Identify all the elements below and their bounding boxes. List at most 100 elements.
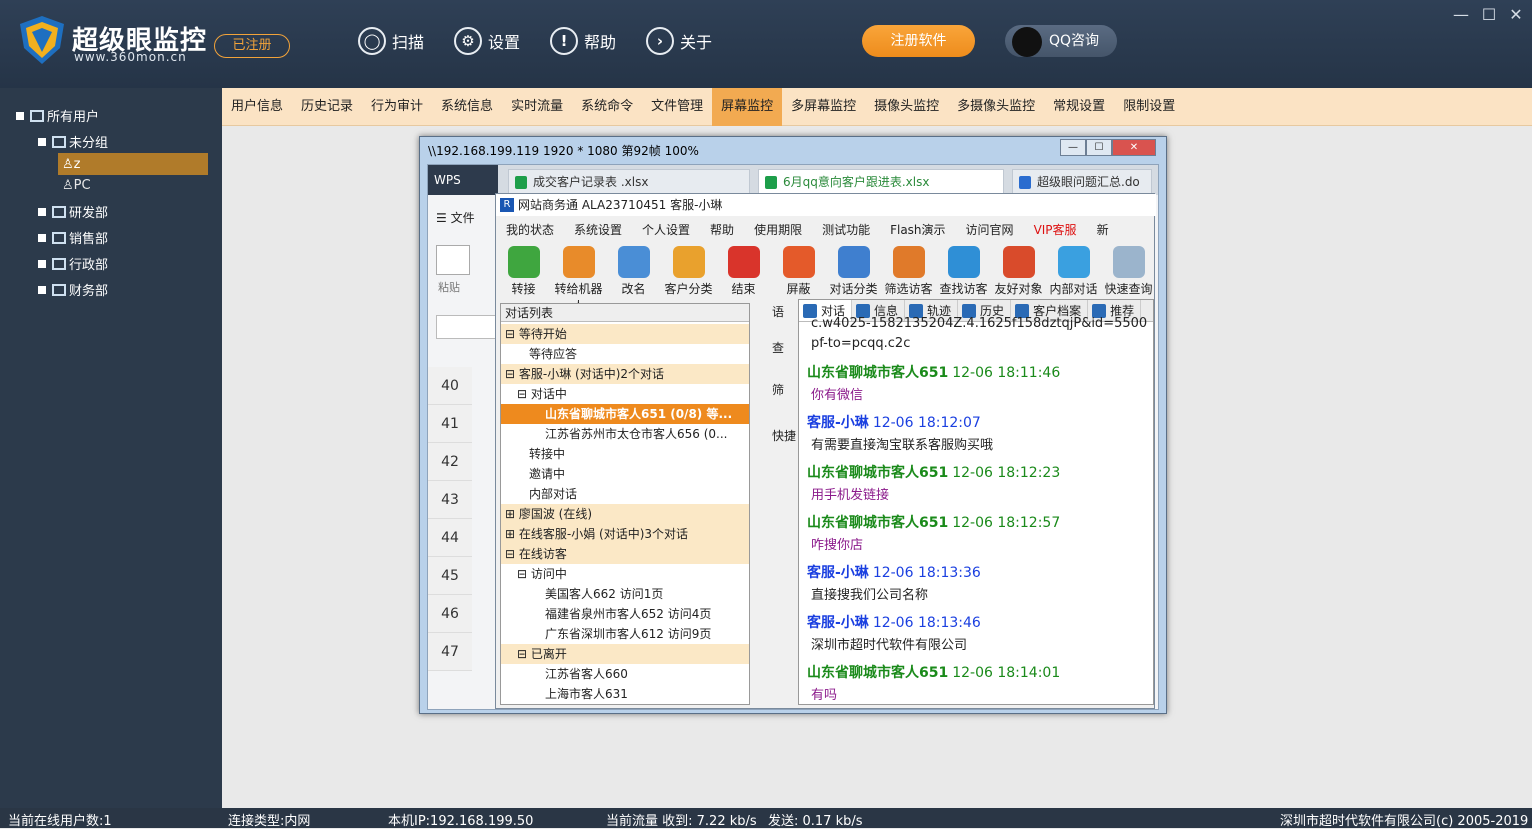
chat-menu-item[interactable]: VIP客服 <box>1024 221 1087 238</box>
tree-group-sales[interactable]: 销售部 <box>38 228 108 247</box>
conversation-item[interactable]: ⊞ 廖国波 (在线) <box>501 504 749 524</box>
tool-button[interactable]: 快速查询 <box>1101 242 1156 302</box>
tool-button[interactable]: 客户分类 <box>661 242 716 302</box>
chat-menu-item[interactable]: 系统设置 <box>564 221 632 238</box>
wps-doc-tab[interactable]: 6月qq意向客户跟进表.xlsx <box>758 169 1004 195</box>
help-button[interactable]: ! 帮助 <box>550 26 616 56</box>
tool-button[interactable]: 筛选访客 <box>881 242 936 302</box>
filter-label[interactable]: 筛 <box>772 381 784 398</box>
tool-button[interactable]: 友好对象 <box>991 242 1046 302</box>
computer-icon <box>52 257 66 270</box>
chat-menu-item[interactable]: 测试功能 <box>812 221 880 238</box>
conversation-item[interactable]: ⊟ 客服-小琳 (对话中)2个对话 <box>501 364 749 384</box>
tab-3[interactable]: 系统信息 <box>432 88 502 126</box>
wps-doc-tab[interactable]: 超级眼问题汇总.do <box>1012 169 1152 195</box>
conversation-item[interactable]: 江苏省客人660 <box>501 664 749 684</box>
chat-app-window[interactable]: 网站商务通 ALA23710451 客服-小琳 R 我的状态 系统设置 个人设置 帮助… <box>495 193 1156 709</box>
tab-6[interactable]: 文件管理 <box>642 88 712 126</box>
wps-file-menu[interactable]: ☰ 文件 <box>436 209 475 226</box>
tree-group-finance[interactable]: 财务部 <box>38 280 108 299</box>
cell-name-box[interactable] <box>436 315 496 339</box>
tree-group-rd[interactable]: 研发部 <box>38 202 108 221</box>
conversation-item[interactable]: 等待应答 <box>501 344 749 364</box>
tab-1[interactable]: 历史记录 <box>292 88 362 126</box>
registered-badge[interactable]: 已注册 <box>214 34 290 58</box>
tab-8[interactable]: 多屏幕监控 <box>782 88 865 126</box>
tool-button[interactable]: 查找访客 <box>936 242 991 302</box>
chat-menu-item[interactable]: 新 <box>1087 221 1119 238</box>
tab-11[interactable]: 常规设置 <box>1044 88 1114 126</box>
minimize-button[interactable]: — <box>1452 6 1470 24</box>
conversation-item[interactable]: ⊟ 在线访客 <box>501 544 749 564</box>
remote-screen-window[interactable]: \\192.168.199.119 1920 * 1080 第92帧 100% … <box>419 136 1167 714</box>
wps-tab-label: 超级眼问题汇总.do <box>1037 175 1140 189</box>
chat-menu-item[interactable]: Flash演示 <box>880 221 955 238</box>
chat-menu-item[interactable]: 帮助 <box>700 221 744 238</box>
tab-7[interactable]: 屏幕监控 <box>712 88 783 126</box>
conversation-item[interactable]: ⊟ 等待开始 <box>501 324 749 344</box>
tool-button[interactable]: 对话分类 <box>826 242 881 302</box>
tree-group-ungrouped[interactable]: 未分组 <box>38 132 108 151</box>
conversation-item[interactable]: 江苏省苏州市太仓市客人656 (0... <box>501 424 749 444</box>
conversation-item[interactable]: 福建省泉州市客人652 访问4页 <box>501 604 749 624</box>
tool-button[interactable]: 转接 <box>496 242 551 302</box>
tree-root-all-users[interactable]: 所有用户 <box>16 106 99 125</box>
wps-tabbar: WPS 成交客户记录表 .xlsx 6月qq意向客户跟进表.xlsx 超级眼问题… <box>428 165 1158 195</box>
conversation-item[interactable]: ⊞ 在线客服-小娟 (对话中)3个对话 <box>501 524 749 544</box>
maximize-button[interactable]: ☐ <box>1480 6 1498 24</box>
conversation-item[interactable]: 转接中 <box>501 444 749 464</box>
filter-label[interactable]: 查 <box>772 339 784 356</box>
scan-button[interactable]: ◯ 扫描 <box>358 26 424 56</box>
conversation-item[interactable]: 上海市客人631 <box>501 684 749 704</box>
conversation-list[interactable]: 对话列表 ⊟ 等待开始 等待应答 ⊟ 客服-小琳 (对话中)2个对话 ⊟ 对话中 山东省… <box>500 303 750 705</box>
filter-label[interactable]: 语 <box>772 303 784 320</box>
tree-group-admin[interactable]: 行政部 <box>38 254 108 273</box>
tab-4[interactable]: 实时流量 <box>502 88 572 126</box>
paste-icon[interactable] <box>436 245 470 275</box>
conversation-item[interactable]: 山东省聊城市客人651 (0/8) 等... <box>501 404 749 424</box>
filter-label[interactable]: 快捷 <box>772 427 796 444</box>
conversation-item[interactable]: 广东省深圳市客人612 访问9页 <box>501 624 749 644</box>
conversation-item[interactable]: 内部对话 <box>501 484 749 504</box>
chat-menu-item[interactable]: 访问官网 <box>956 221 1024 238</box>
chat-menu-item[interactable]: 个人设置 <box>632 221 700 238</box>
conversation-item[interactable]: ⊟ 已离开 <box>501 644 749 664</box>
tool-icon <box>727 246 760 278</box>
tool-icon <box>617 246 650 278</box>
wps-tab-label: 成交客户记录表 .xlsx <box>533 175 649 189</box>
message-header: 客服-小琳 12-06 18:13:36 <box>807 562 981 582</box>
tool-button[interactable]: 内部对话 <box>1046 242 1101 302</box>
tree-user-z[interactable]: ♙ z <box>58 153 208 175</box>
tree-group-label: 研发部 <box>69 206 109 221</box>
tab-0[interactable]: 用户信息 <box>222 88 292 126</box>
tab-10[interactable]: 多摄像头监控 <box>948 88 1044 126</box>
close-button[interactable]: ✕ <box>1507 6 1525 24</box>
register-software-button[interactable]: 注册软件 <box>862 25 975 57</box>
conversation-item[interactable]: 美国客人662 访问1页 <box>501 584 749 604</box>
about-button[interactable]: › 关于 <box>646 26 712 56</box>
tab-5[interactable]: 系统命令 <box>572 88 642 126</box>
tool-button[interactable]: 改名 <box>606 242 661 302</box>
tree-root-label: 所有用户 <box>47 110 100 125</box>
tree-group-label: 未分组 <box>69 136 109 151</box>
tab-2[interactable]: 行为审计 <box>362 88 432 126</box>
conversation-item[interactable]: ⊟ 对话中 <box>501 384 749 404</box>
wps-doc-tab[interactable]: 成交客户记录表 .xlsx <box>508 169 750 195</box>
conversation-item[interactable]: ⊟ 访问中 <box>501 564 749 584</box>
tool-button[interactable]: 屏蔽 <box>771 242 826 302</box>
remote-minimize-button[interactable]: — <box>1060 139 1086 156</box>
tool-label: 筛选访客 <box>884 282 933 296</box>
settings-button[interactable]: ⚙ 设置 <box>454 26 520 56</box>
chat-menu-item[interactable]: 使用期限 <box>744 221 812 238</box>
tool-button[interactable]: 结束 <box>716 242 771 302</box>
tree-user-pc[interactable]: ♙ PC <box>62 178 91 193</box>
tool-button[interactable]: 转给机器人 <box>551 242 606 313</box>
chat-menu-item[interactable]: 我的状态 <box>496 221 564 238</box>
tab-9[interactable]: 摄像头监控 <box>865 88 948 126</box>
remote-maximize-button[interactable]: ☐ <box>1086 139 1112 156</box>
conversation-item[interactable]: 邀请中 <box>501 464 749 484</box>
remote-desktop-view[interactable]: WPS 成交客户记录表 .xlsx 6月qq意向客户跟进表.xlsx 超级眼问题… <box>427 164 1159 710</box>
remote-close-button[interactable]: ✕ <box>1112 139 1156 156</box>
tool-label: 转接 <box>511 282 536 296</box>
tab-12[interactable]: 限制设置 <box>1114 88 1184 126</box>
